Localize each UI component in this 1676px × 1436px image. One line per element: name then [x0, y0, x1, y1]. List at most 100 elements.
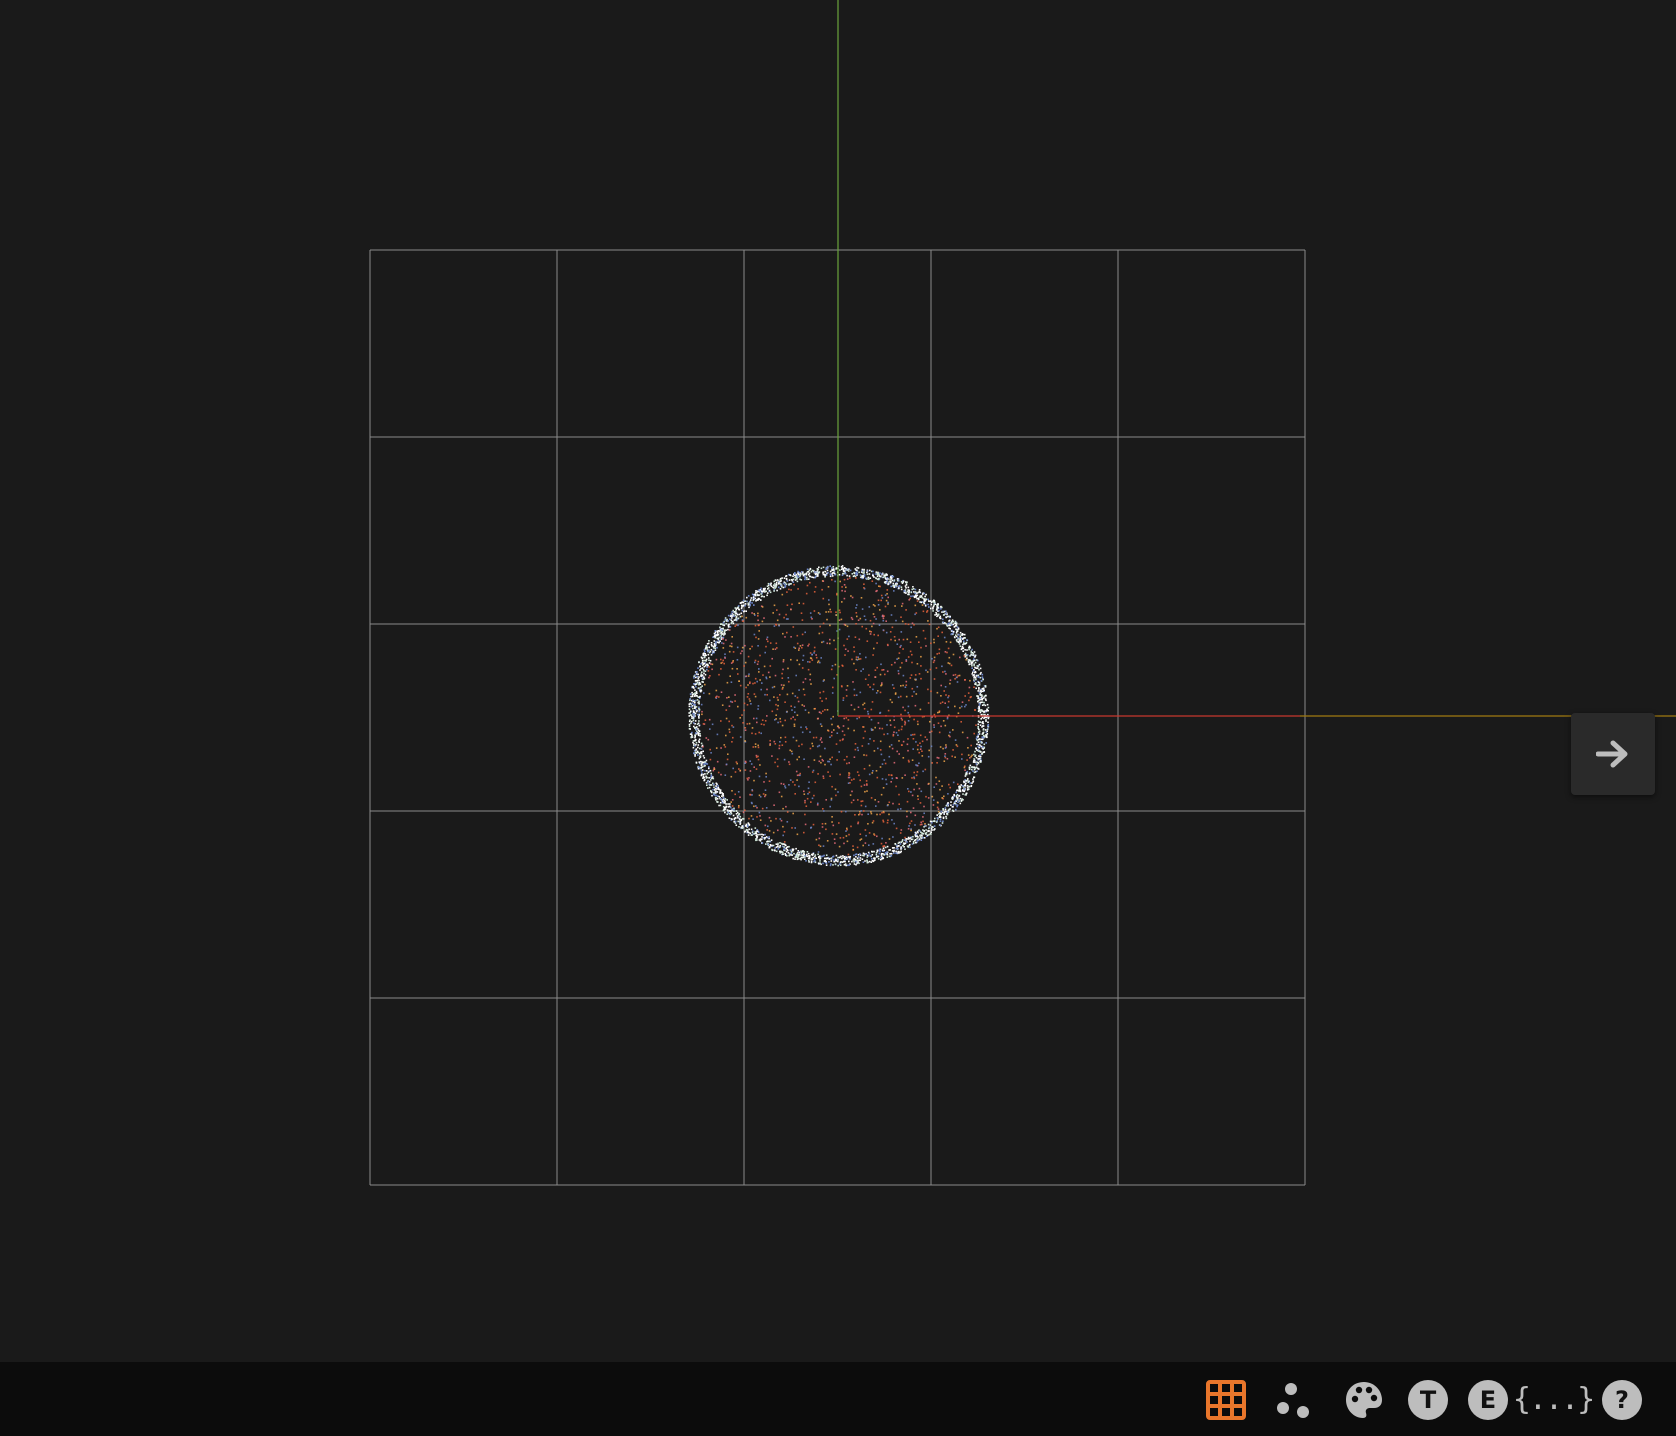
cloud-point — [821, 641, 823, 644]
cloud-point — [825, 854, 828, 856]
cloud-point — [767, 825, 769, 828]
cloud-point — [850, 825, 852, 828]
cloud-point — [788, 763, 791, 766]
cloud-point — [689, 710, 692, 712]
cloud-point — [846, 755, 848, 758]
cloud-point — [701, 667, 704, 669]
cloud-point — [790, 589, 792, 591]
cloud-point — [804, 578, 806, 581]
cloud-point — [749, 794, 752, 796]
cloud-point — [695, 671, 698, 674]
cloud-point — [712, 647, 715, 649]
cloud-point — [983, 743, 986, 746]
cloud-point — [759, 833, 761, 836]
cloud-point — [884, 852, 887, 854]
cloud-point — [902, 580, 905, 582]
cloud-point — [907, 828, 910, 830]
cloud-point — [781, 744, 784, 746]
cloud-point — [842, 699, 845, 701]
cloud-point — [702, 775, 705, 778]
cloud-point — [847, 650, 849, 652]
cloud-point — [754, 661, 756, 664]
cloud-point — [978, 750, 981, 752]
cloud-point — [747, 602, 749, 605]
cloud-point — [948, 627, 950, 629]
cloud-point — [985, 742, 987, 744]
cloud-point — [806, 851, 809, 853]
cloud-point — [706, 649, 709, 651]
cloud-point — [783, 846, 785, 848]
cloud-point — [971, 673, 974, 675]
cloud-point — [853, 729, 855, 732]
3d-viewport[interactable] — [0, 0, 1676, 1362]
cloud-point — [756, 721, 758, 724]
cloud-point — [848, 833, 850, 836]
cloud-point — [886, 589, 889, 591]
json-button[interactable]: {...} — [1513, 1378, 1595, 1422]
cloud-point — [898, 638, 900, 641]
cloud-point — [910, 595, 912, 598]
cloud-point — [963, 790, 965, 793]
cloud-point — [983, 711, 986, 713]
cloud-point — [769, 642, 772, 644]
cloud-point — [969, 679, 971, 682]
cloud-point — [847, 856, 850, 858]
cloud-point — [798, 663, 801, 666]
cloud-point — [689, 698, 691, 700]
cloud-point — [719, 791, 721, 793]
cloud-point — [963, 655, 966, 657]
cloud-point — [798, 647, 800, 650]
cloud-point — [867, 684, 869, 686]
cloud-point — [961, 701, 964, 703]
cloud-point — [792, 581, 795, 583]
export-button[interactable]: E — [1466, 1378, 1510, 1422]
cloud-point — [984, 685, 987, 687]
cloud-point — [888, 755, 891, 758]
bottom-toolbar: T E {...} ? — [0, 1362, 1676, 1436]
cloud-point — [895, 847, 898, 850]
help-button[interactable]: ? — [1600, 1378, 1644, 1422]
cloud-point — [838, 845, 841, 848]
cloud-point — [919, 742, 921, 744]
cloud-point — [924, 595, 926, 598]
cloud-point — [697, 713, 699, 716]
cloud-point — [780, 795, 783, 798]
cloud-point — [829, 736, 831, 738]
cloud-point — [779, 842, 781, 844]
cloud-point — [909, 650, 912, 653]
cloud-point — [927, 755, 930, 758]
cloud-point — [909, 840, 911, 843]
cloud-point — [694, 727, 696, 729]
cloud-point — [730, 642, 733, 645]
cloud-point — [890, 855, 893, 857]
cloud-point — [911, 777, 913, 779]
cloud-point — [870, 812, 873, 815]
cloud-point — [801, 667, 804, 669]
cloud-point — [918, 641, 920, 643]
cloud-point — [708, 718, 711, 721]
cloud-point — [803, 793, 806, 795]
palette-button[interactable] — [1342, 1378, 1386, 1422]
cloud-point — [843, 842, 845, 845]
scene-canvas[interactable] — [0, 0, 1676, 1362]
text-button[interactable]: T — [1406, 1378, 1450, 1422]
next-button[interactable] — [1571, 713, 1655, 795]
cloud-point — [984, 713, 986, 716]
cloud-point — [758, 731, 760, 734]
cloud-point — [887, 582, 889, 585]
points-button[interactable] — [1272, 1378, 1316, 1422]
cloud-point — [928, 600, 930, 602]
cloud-point — [723, 744, 726, 746]
cloud-point — [978, 721, 981, 723]
cloud-point — [726, 681, 729, 684]
cloud-point — [876, 849, 879, 852]
cloud-point — [855, 607, 857, 609]
grid-toggle-button[interactable] — [1204, 1378, 1248, 1422]
cloud-point — [956, 789, 958, 792]
cloud-point — [913, 788, 915, 791]
cloud-point — [767, 843, 770, 846]
cloud-point — [698, 683, 700, 686]
cloud-point — [809, 612, 812, 614]
cloud-point — [893, 726, 896, 729]
cloud-point — [941, 631, 943, 634]
